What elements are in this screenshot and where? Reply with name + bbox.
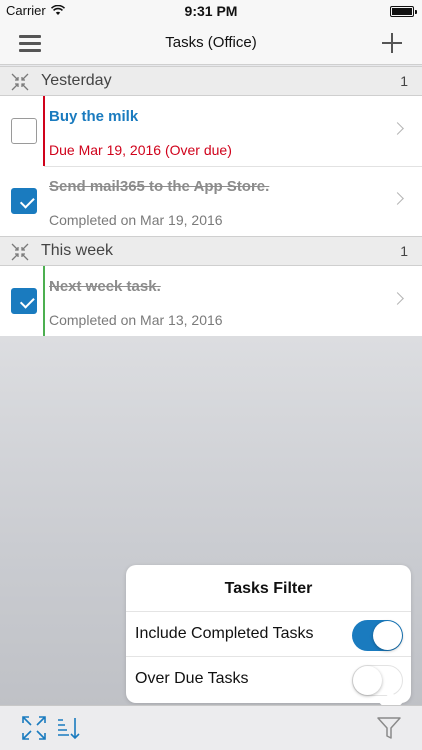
- battery-icon: [390, 6, 417, 17]
- add-task-icon[interactable]: [381, 32, 403, 54]
- filter-icon[interactable]: [376, 715, 402, 741]
- navigation-bar: Tasks (Office): [0, 22, 422, 65]
- task-title: Next week task.: [49, 278, 161, 295]
- task-due-date: Due Mar 19, 2016 (Over due): [49, 142, 232, 158]
- expand-icon[interactable]: [21, 715, 47, 741]
- task-list: Yesterday 1 Buy the milk Due Mar 19, 201…: [0, 66, 422, 336]
- task-completed-date: Completed on Mar 19, 2016: [49, 212, 223, 228]
- section-label: This week: [41, 242, 114, 259]
- status-time: 9:31 PM: [184, 3, 238, 19]
- task-row[interactable]: Buy the milk Due Mar 19, 2016 (Over due): [0, 96, 422, 166]
- chevron-right-icon: [391, 192, 404, 205]
- chevron-right-icon: [391, 122, 404, 135]
- filter-option-label: Over Due Tasks: [135, 670, 249, 687]
- bottom-toolbar: [0, 705, 422, 750]
- filter-title: Tasks Filter: [224, 580, 313, 597]
- section-count: 1: [400, 73, 408, 89]
- task-checkbox[interactable]: [11, 118, 37, 144]
- section-header-yesterday[interactable]: Yesterday 1: [0, 66, 422, 96]
- page-title: Tasks (Office): [165, 34, 257, 51]
- task-checkbox[interactable]: [11, 188, 37, 214]
- tasks-filter-popover: Tasks Filter Include Completed Tasks Ove…: [126, 565, 411, 715]
- collapse-icon[interactable]: [11, 73, 29, 91]
- include-completed-toggle[interactable]: [352, 620, 403, 651]
- chevron-right-icon: [391, 292, 404, 305]
- task-completed-date: Completed on Mar 13, 2016: [49, 312, 223, 328]
- task-row[interactable]: Send mail365 to the App Store. Completed…: [0, 166, 422, 236]
- task-status-bar: [43, 96, 45, 166]
- sort-icon[interactable]: [56, 715, 82, 741]
- task-status-bar: [43, 266, 45, 336]
- status-bar: Carrier 9:31 PM: [0, 0, 422, 22]
- task-title: Buy the milk: [49, 108, 139, 125]
- collapse-icon[interactable]: [11, 243, 29, 261]
- task-row[interactable]: Next week task. Completed on Mar 13, 201…: [0, 266, 422, 336]
- section-count: 1: [400, 243, 408, 259]
- section-header-this-week[interactable]: This week 1: [0, 236, 422, 266]
- filter-option-completed: Include Completed Tasks: [126, 611, 411, 656]
- filter-option-label: Include Completed Tasks: [135, 625, 314, 642]
- section-label: Yesterday: [41, 72, 112, 89]
- over-due-toggle[interactable]: [352, 665, 403, 696]
- task-checkbox[interactable]: [11, 288, 37, 314]
- task-title: Send mail365 to the App Store.: [49, 178, 270, 195]
- filter-option-overdue: Over Due Tasks: [126, 656, 411, 701]
